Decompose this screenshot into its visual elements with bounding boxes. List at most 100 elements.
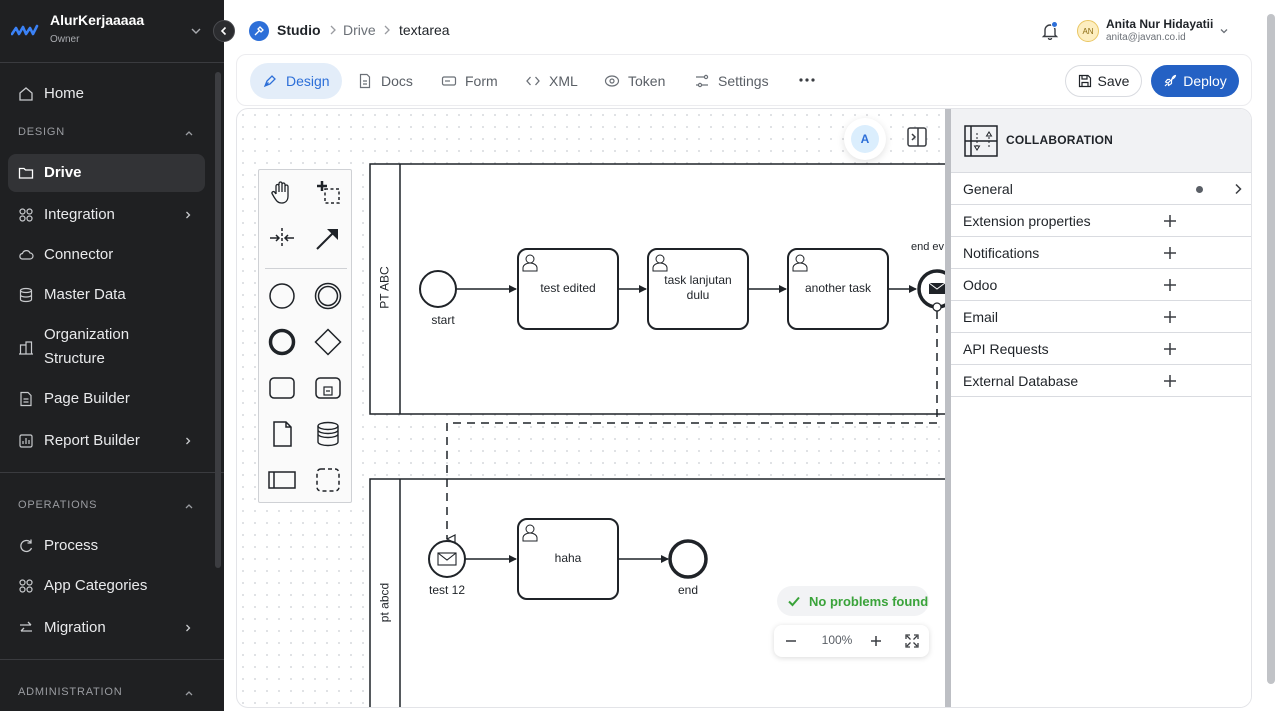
avatar[interactable]: AN	[1077, 20, 1099, 42]
connection-handle[interactable]	[932, 302, 942, 312]
plus-icon[interactable]	[1163, 278, 1177, 292]
editor-toolbar: Design Docs Form XML Token Settings Save…	[236, 54, 1252, 106]
migration-icon	[20, 621, 32, 632]
property-group-notifications[interactable]: Notifications	[951, 237, 1251, 269]
lint-status-label: No problems found	[809, 593, 929, 609]
sidebar-item-integration[interactable]: Integration	[8, 196, 205, 234]
process-icon	[20, 539, 33, 553]
sidebar-item-label: Connector	[44, 246, 114, 263]
save-button[interactable]: Save	[1065, 65, 1142, 97]
sidebar-item-organization-structure[interactable]: Organization Structure	[8, 322, 205, 372]
breadcrumb-drive[interactable]: Drive	[343, 22, 376, 38]
sidebar-item-page-builder[interactable]: Page Builder	[8, 380, 205, 418]
deploy-button[interactable]: Deploy	[1151, 65, 1239, 97]
report-icon	[19, 434, 33, 448]
page-scrollbar[interactable]	[1267, 14, 1275, 684]
sidebar-item-master-data[interactable]: Master Data	[8, 276, 205, 314]
sidebar-item-process[interactable]: Process	[8, 527, 205, 565]
chevron-down-icon[interactable]	[1219, 26, 1229, 36]
plus-icon[interactable]	[1163, 374, 1177, 388]
building-icon	[19, 341, 33, 355]
message-start-label: test 12	[428, 583, 466, 597]
collapse-sidebar-button[interactable]	[213, 20, 235, 42]
more-options-button[interactable]	[797, 70, 817, 90]
hand-tool-icon[interactable]	[267, 177, 297, 207]
tab-label: Form	[465, 73, 498, 89]
property-group-api-requests[interactable]: API Requests	[951, 333, 1251, 365]
save-icon	[1078, 74, 1091, 88]
tab-design[interactable]: Design	[250, 63, 342, 99]
org-switcher[interactable]: AlurKerjaaaaa Owner	[0, 0, 224, 62]
lint-status[interactable]: No problems found	[777, 586, 929, 616]
chevron-up-icon[interactable]	[184, 688, 194, 698]
plus-icon[interactable]	[1163, 246, 1177, 260]
data-store-tool-icon[interactable]	[313, 419, 343, 449]
space-tool-icon[interactable]	[267, 223, 297, 253]
diagram-canvas[interactable]: PT ABC pt abcd start test edited task la…	[236, 108, 1252, 708]
data-object-tool-icon[interactable]	[267, 419, 297, 449]
sidebar-item-connector[interactable]: Connector	[8, 236, 205, 274]
task-label: haha	[554, 551, 582, 565]
sidebar-item-migration[interactable]: Migration	[8, 609, 205, 647]
pool-label: pt abcd	[377, 582, 392, 623]
tab-label: Design	[286, 73, 330, 89]
sidebar-item-home[interactable]: Home	[8, 75, 205, 113]
check-icon	[788, 596, 800, 607]
collaborator-presence[interactable]: A	[844, 118, 886, 160]
user-name[interactable]: Anita Nur Hidayatii	[1106, 17, 1213, 31]
database-icon	[19, 287, 33, 303]
plus-icon[interactable]	[1163, 310, 1177, 324]
plus-icon[interactable]	[1163, 342, 1177, 356]
save-label: Save	[1097, 73, 1130, 89]
panel-toggle-icon[interactable]	[906, 126, 928, 148]
section-operations: OPERATIONS	[18, 499, 98, 511]
grid-icon	[19, 208, 33, 222]
document-icon	[359, 73, 371, 89]
sidebar-scrollbar[interactable]	[215, 72, 221, 568]
sidebar-item-label: Page Builder	[44, 390, 130, 407]
brand-logo-icon	[11, 24, 39, 36]
group-tool-icon[interactable]	[313, 465, 343, 495]
form-icon	[441, 76, 457, 86]
sidebar-item-report-builder[interactable]: Report Builder	[8, 422, 205, 460]
chevron-right-icon[interactable]	[1231, 182, 1245, 196]
tab-settings[interactable]: Settings	[694, 63, 769, 99]
property-group-email[interactable]: Email	[951, 301, 1251, 333]
property-group-label: Notifications	[963, 245, 1040, 261]
property-group-external-database[interactable]: External Database	[951, 365, 1251, 397]
notification-badge	[1051, 21, 1058, 28]
property-group-extension-properties[interactable]: Extension properties	[951, 205, 1251, 237]
sidebar-item-drive[interactable]: Drive	[8, 154, 205, 192]
end-event[interactable]	[668, 539, 708, 579]
end-event-tool-icon[interactable]	[267, 327, 297, 357]
start-event[interactable]	[419, 270, 457, 308]
chevron-right-icon	[186, 211, 191, 219]
chevron-up-icon[interactable]	[184, 501, 194, 511]
zoom-out-icon[interactable]	[783, 633, 799, 649]
breadcrumb-studio[interactable]: Studio	[277, 22, 321, 38]
start-event-tool-icon[interactable]	[267, 281, 297, 311]
sidebar-item-app-categories[interactable]: App Categories	[8, 567, 205, 605]
tab-xml[interactable]: XML	[525, 63, 578, 99]
task-tool-icon[interactable]	[267, 373, 297, 403]
lasso-tool-icon[interactable]	[313, 177, 343, 207]
tab-docs[interactable]: Docs	[357, 63, 413, 99]
property-group-general[interactable]: General	[951, 173, 1251, 205]
plus-icon[interactable]	[1163, 214, 1177, 228]
home-icon	[19, 87, 33, 101]
property-group-odoo[interactable]: Odoo	[951, 269, 1251, 301]
sidebar-item-label: Master Data	[44, 286, 126, 303]
gateway-tool-icon[interactable]	[313, 327, 343, 357]
fit-screen-icon[interactable]	[904, 633, 920, 649]
intermediate-event-tool-icon[interactable]	[313, 281, 343, 311]
user-email: anita@javan.co.id	[1106, 32, 1186, 43]
zoom-in-icon[interactable]	[868, 633, 884, 649]
tab-token[interactable]: Token	[604, 63, 665, 99]
connect-tool-icon[interactable]	[313, 223, 343, 253]
chevron-up-icon[interactable]	[184, 128, 194, 138]
chevron-left-icon	[220, 26, 227, 36]
subprocess-tool-icon[interactable]	[313, 373, 343, 403]
tab-form[interactable]: Form	[441, 63, 498, 99]
sidebar-divider	[0, 659, 224, 660]
pool-tool-icon[interactable]	[267, 465, 297, 495]
